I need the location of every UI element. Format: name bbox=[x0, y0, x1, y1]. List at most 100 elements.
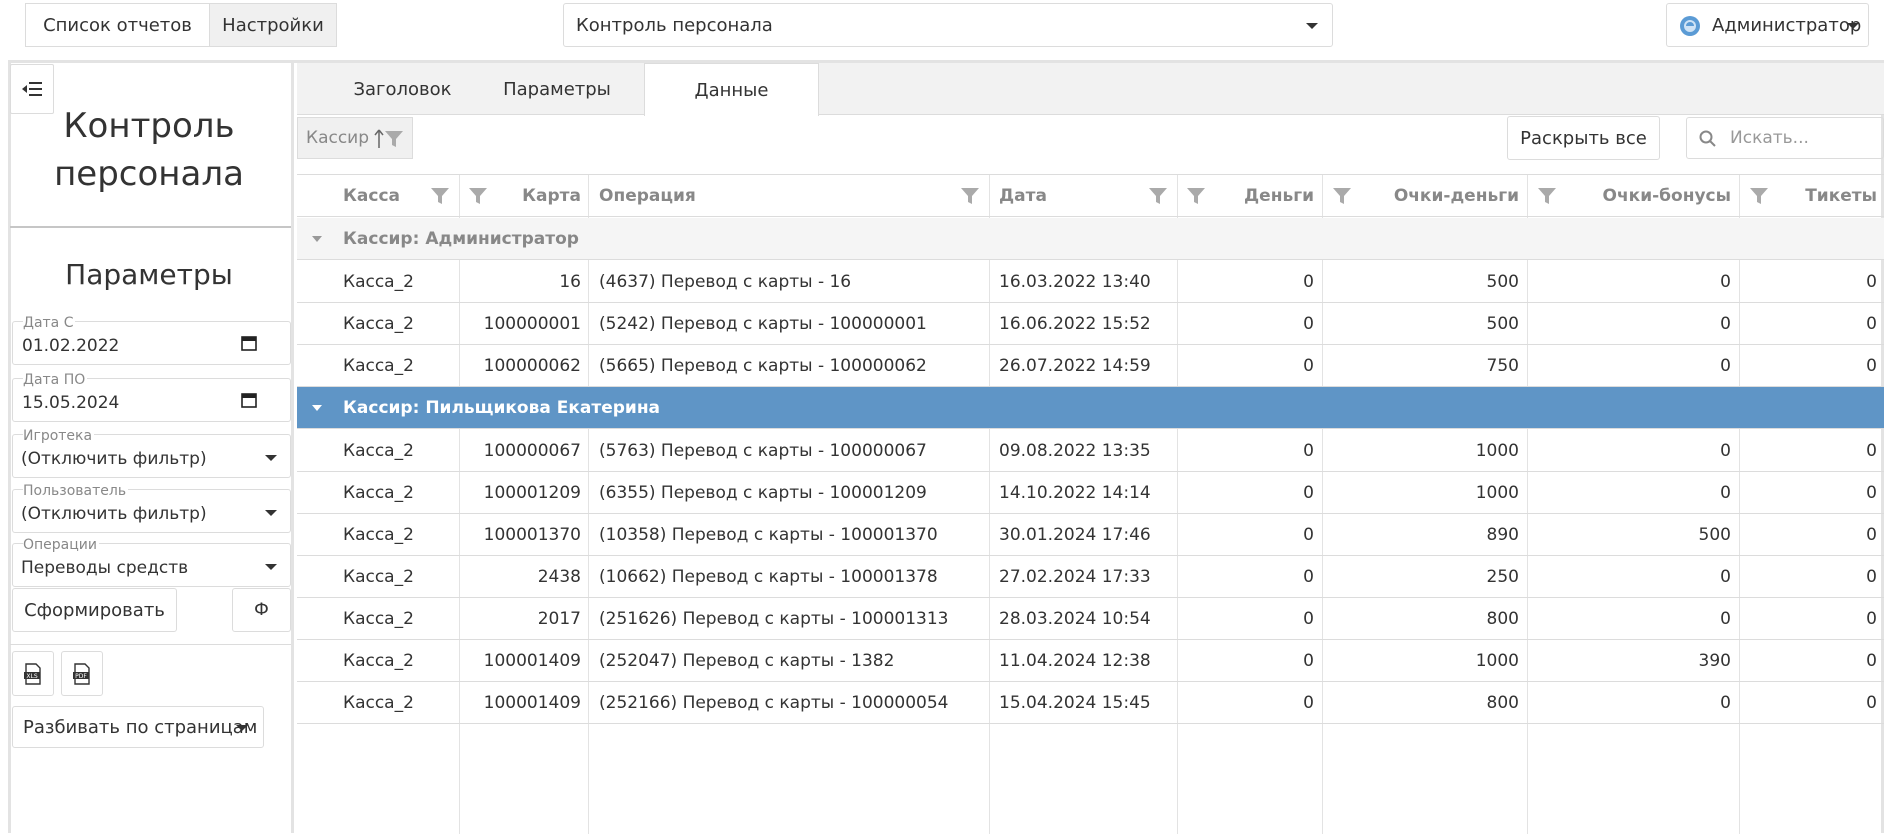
column-header-label: Деньги bbox=[1244, 186, 1314, 206]
filter-icon[interactable] bbox=[430, 187, 450, 205]
table-row[interactable]: Касса_2 100000001 (5242) Перевод с карты -… bbox=[297, 303, 1884, 345]
table-row[interactable]: Касса_2 100001409 (252166) Перевод с карты… bbox=[297, 682, 1884, 724]
tab-parameters-label: Параметры bbox=[503, 78, 611, 100]
user-avatar-icon bbox=[1679, 15, 1701, 37]
cell-operation: (5242) Перевод с карты - 100000001 bbox=[599, 314, 927, 334]
user-menu-button[interactable]: Администратор bbox=[1666, 3, 1869, 47]
divider bbox=[10, 226, 291, 228]
group-label: Кассир: Пильщикова Екатерина bbox=[343, 398, 661, 418]
filter-icon[interactable] bbox=[384, 129, 404, 149]
cell-points-money: 500 bbox=[1486, 314, 1519, 334]
group-chip-cashier[interactable]: Кассир bbox=[297, 117, 413, 159]
cell-points-bonus: 0 bbox=[1720, 693, 1731, 713]
cell-money: 0 bbox=[1303, 356, 1314, 376]
collapse-menu-icon bbox=[21, 80, 43, 98]
calendar-icon[interactable] bbox=[241, 335, 257, 351]
date-to-field[interactable]: Дата ПО 15.05.2024 bbox=[12, 372, 291, 422]
column-header-kassa[interactable]: Касса bbox=[343, 175, 400, 217]
tab-header[interactable]: Заголовок bbox=[340, 63, 465, 115]
cell-points-money: 890 bbox=[1486, 525, 1519, 545]
report-select[interactable]: Контроль персонала bbox=[563, 3, 1333, 47]
search-input[interactable]: Искать... bbox=[1730, 128, 1809, 148]
user-filter-value: (Отключить фильтр) bbox=[21, 504, 207, 524]
search-icon bbox=[1699, 130, 1717, 148]
expand-all-button[interactable]: Раскрыть все bbox=[1507, 116, 1660, 160]
divider bbox=[10, 644, 291, 645]
table-row[interactable]: Касса_2 100000067 (5763) Перевод с карты -… bbox=[297, 430, 1884, 472]
group-row[interactable]: Кассир: Администратор bbox=[297, 218, 1884, 260]
table-row[interactable]: Касса_2 100000062 (5665) Перевод с карты -… bbox=[297, 345, 1884, 387]
filter-icon[interactable] bbox=[960, 187, 980, 205]
sort-asc-icon[interactable] bbox=[374, 129, 384, 149]
filter-icon[interactable] bbox=[468, 187, 488, 205]
chevron-down-icon bbox=[265, 564, 277, 570]
search-field[interactable]: Искать... bbox=[1686, 117, 1884, 159]
user-name: Администратор bbox=[1712, 14, 1862, 36]
column-header-date[interactable]: Дата bbox=[999, 175, 1047, 217]
date-from-field[interactable]: Дата С 01.02.2022 bbox=[12, 315, 291, 365]
cell-card: 2438 bbox=[537, 567, 581, 587]
date-from-label: Дата С bbox=[23, 315, 76, 331]
cell-tickets: 0 bbox=[1866, 356, 1877, 376]
cell-points-bonus: 0 bbox=[1720, 314, 1731, 334]
group-label: Кассир: Администратор bbox=[343, 229, 579, 249]
data-grid: Касса Карта Операция Дата Деньги Очки-де… bbox=[297, 174, 1884, 834]
pagination-select[interactable]: Разбивать по страницам bbox=[12, 706, 264, 748]
cell-points-money: 1000 bbox=[1475, 483, 1519, 503]
operations-select[interactable]: Операции Переводы средств bbox=[12, 537, 291, 587]
filter-icon[interactable] bbox=[1186, 187, 1206, 205]
cell-kassa: Касса_2 bbox=[343, 525, 414, 545]
cell-card: 100001409 bbox=[483, 693, 581, 713]
group-row[interactable]: Кассир: Пильщикова Екатерина bbox=[297, 387, 1884, 429]
column-header-operation[interactable]: Операция bbox=[599, 175, 696, 217]
cell-card: 100000067 bbox=[483, 441, 581, 461]
cell-operation: (252166) Перевод с карты - 100000054 bbox=[599, 693, 949, 713]
column-header-money[interactable]: Деньги bbox=[1217, 175, 1314, 217]
expand-all-label: Раскрыть все bbox=[1520, 127, 1647, 149]
reports-list-button[interactable]: Список отчетов bbox=[25, 3, 210, 47]
calendar-icon[interactable] bbox=[241, 392, 257, 408]
filter-icon[interactable] bbox=[1332, 187, 1352, 205]
table-row[interactable]: Касса_2 2017 (251626) Перевод с карты - 10… bbox=[297, 598, 1884, 640]
cell-operation: (4637) Перевод с карты - 16 bbox=[599, 272, 852, 292]
column-header-tickets[interactable]: Тикеты bbox=[1781, 175, 1877, 217]
filter-icon[interactable] bbox=[1148, 187, 1168, 205]
table-row[interactable]: Касса_2 2438 (10662) Перевод с карты - 100… bbox=[297, 556, 1884, 598]
cell-points-bonus: 0 bbox=[1720, 272, 1731, 292]
f-button[interactable]: Ф bbox=[232, 588, 291, 632]
tab-parameters[interactable]: Параметры bbox=[492, 63, 622, 115]
table-row[interactable]: Касса_2 100001409 (252047) Перевод с карты… bbox=[297, 640, 1884, 682]
cell-date: 09.08.2022 13:35 bbox=[999, 441, 1151, 461]
cell-card: 100000062 bbox=[483, 356, 581, 376]
xls-file-icon: XLS bbox=[23, 662, 43, 685]
pagination-value: Разбивать по страницам bbox=[23, 716, 258, 738]
cell-kassa: Касса_2 bbox=[343, 441, 414, 461]
cell-money: 0 bbox=[1303, 441, 1314, 461]
table-row[interactable]: Касса_2 100001370 (10358) Перевод с карты … bbox=[297, 514, 1884, 556]
group-chip-label: Кассир bbox=[306, 128, 370, 148]
column-header-label: Очки-бонусы bbox=[1602, 186, 1731, 206]
column-header-points-money[interactable]: Очки-деньги bbox=[1363, 175, 1519, 217]
grid-header: Касса Карта Операция Дата Деньги Очки-де… bbox=[297, 175, 1884, 217]
cell-points-money: 500 bbox=[1486, 272, 1519, 292]
expand-caret-icon[interactable] bbox=[312, 236, 322, 242]
column-header-card[interactable]: Карта bbox=[497, 175, 581, 217]
playroom-select[interactable]: Игротека (Отключить фильтр) bbox=[12, 428, 291, 478]
column-header-points-bonus[interactable]: Очки-бонусы bbox=[1569, 175, 1731, 217]
table-row[interactable]: Касса_2 16 (4637) Перевод с карты - 16 16.0… bbox=[297, 261, 1884, 303]
cell-tickets: 0 bbox=[1866, 651, 1877, 671]
export-pdf-button[interactable]: PDF bbox=[61, 651, 103, 696]
table-row[interactable]: Касса_2 100001209 (6355) Перевод с карты -… bbox=[297, 472, 1884, 514]
filter-icon[interactable] bbox=[1749, 187, 1769, 205]
expand-caret-icon[interactable] bbox=[312, 405, 322, 411]
cell-kassa: Касса_2 bbox=[343, 609, 414, 629]
generate-button[interactable]: Сформировать bbox=[12, 588, 177, 632]
tab-data[interactable]: Данные bbox=[644, 63, 819, 116]
export-xls-button[interactable]: XLS bbox=[12, 651, 54, 696]
user-select[interactable]: Пользователь (Отключить фильтр) bbox=[12, 483, 291, 533]
settings-button[interactable]: Настройки bbox=[209, 3, 337, 47]
filter-icon[interactable] bbox=[1537, 187, 1557, 205]
cell-operation: (251626) Перевод с карты - 100001313 bbox=[599, 609, 949, 629]
cell-kassa: Касса_2 bbox=[343, 272, 414, 292]
column-header-label: Карта bbox=[522, 186, 581, 206]
